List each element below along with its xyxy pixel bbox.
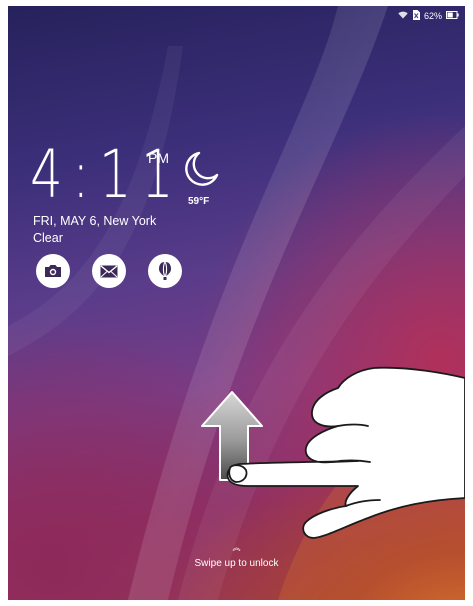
wifi-icon [398,11,408,21]
battery-percent: 62% [423,11,442,21]
weather-shortcut-button[interactable] [148,254,182,288]
temperature: 59°F [188,196,210,207]
balloon-icon [159,261,171,280]
lock-screen[interactable]: 62% 4:11 PM 59°F FRI, MAY 6, New York Cl… [8,6,465,600]
weather-condition: Clear [33,231,63,245]
screenshot-frame: 62% 4:11 PM 59°F FRI, MAY 6, New York Cl… [0,0,473,606]
camera-icon [45,265,61,277]
swipe-to-unlock-label[interactable]: Swipe up to unlock [8,558,465,569]
mail-icon [100,264,118,277]
moon-icon [185,150,221,193]
date-location: FRI, MAY 6, New York [33,214,157,228]
status-bar: 62% [398,9,459,23]
clock-ampm: PM [148,150,169,166]
mail-shortcut-button[interactable] [92,254,126,288]
camera-shortcut-button[interactable] [36,254,70,288]
swipe-up-chevron-icon: ︽ [232,543,241,552]
no-sim-icon [412,10,420,22]
battery-icon [446,11,459,21]
wallpaper-swirl [8,6,465,600]
